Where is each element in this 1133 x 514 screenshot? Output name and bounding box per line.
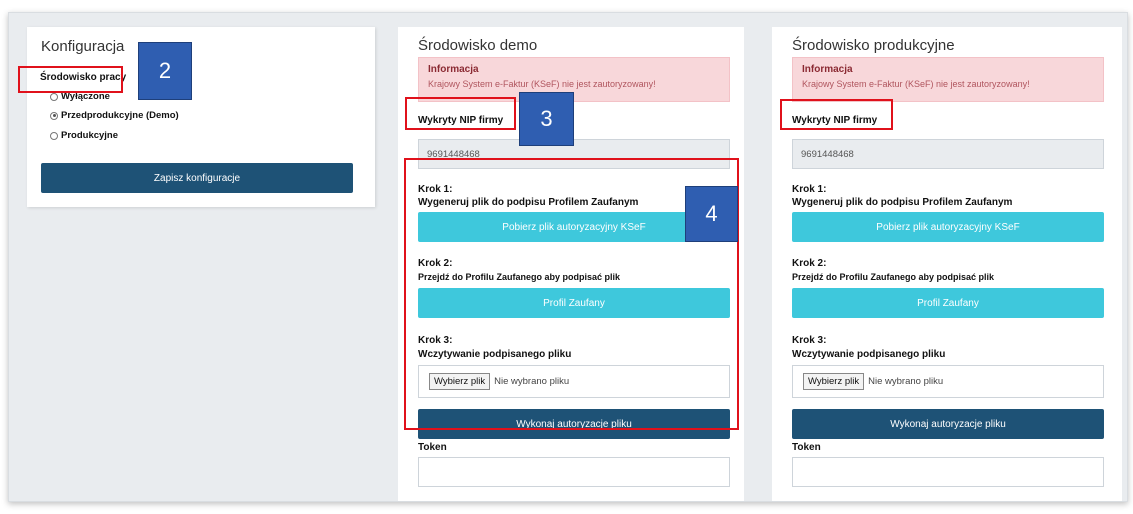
download-auth-file-button[interactable]: Pobierz plik autoryzacyjny KSeF [792,212,1104,242]
token-label: Token [792,442,821,453]
alert-message: Krajowy System e-Faktur (KSeF) nie jest … [428,79,656,89]
alert-message: Krajowy System e-Faktur (KSeF) nie jest … [802,79,1030,89]
demo-alert: Informacja Krajowy System e-Faktur (KSeF… [418,57,730,102]
nip-field: 9691448468 [792,139,1104,169]
choose-file-button[interactable]: Wybierz plik [803,373,865,390]
config-title: Konfiguracja [41,38,125,55]
radio-icon[interactable] [50,92,58,101]
save-config-button[interactable]: Zapisz konfiguracje [41,163,353,193]
alert-title: Informacja [428,64,479,75]
step3-desc: Wczytywanie podpisanego pliku [792,349,946,360]
token-field[interactable] [418,457,730,487]
annotation-badge-2: 2 [138,42,192,100]
highlight-nip-label [405,97,516,130]
radio-option-production[interactable]: Produkcyjne [50,130,118,141]
step2-title: Krok 2: [792,258,827,269]
file-status: Nie wybrano pliku [868,376,944,387]
radio-checked-icon[interactable] [50,111,58,120]
step2-desc: Przejdź do Profilu Zaufanego aby podpisa… [792,272,995,282]
highlight-nip-label-prod [780,99,893,130]
step1-desc: Wygeneruj plik do podpisu Profilem Zaufa… [792,197,1013,208]
authorize-file-button[interactable]: Wykonaj autoryzacje pliku [792,409,1104,439]
step3-title: Krok 3: [792,335,827,346]
step1-title: Krok 1: [792,184,827,195]
radio-icon[interactable] [50,131,58,140]
file-input[interactable]: Wybierz plik Nie wybrano pliku [792,365,1104,398]
annotation-badge-4: 4 [685,186,738,242]
radio-option-demo[interactable]: Przedprodukcyjne (Demo) [50,110,179,121]
highlight-env-label [18,66,123,93]
demo-title: Środowisko demo [418,37,538,54]
prod-title: Środowisko produkcyjne [792,37,955,54]
config-card: Konfiguracja Środowisko pracy Wyłączone … [27,27,375,207]
annotation-badge-3: 3 [519,92,574,146]
trusted-profile-button[interactable]: Profil Zaufany [792,288,1104,318]
radio-label: Przedprodukcyjne (Demo) [61,110,179,121]
prod-alert: Informacja Krajowy System e-Faktur (KSeF… [792,57,1104,102]
token-label: Token [418,442,447,453]
token-field[interactable] [792,457,1104,487]
alert-title: Informacja [802,64,853,75]
radio-label: Produkcyjne [61,130,119,141]
